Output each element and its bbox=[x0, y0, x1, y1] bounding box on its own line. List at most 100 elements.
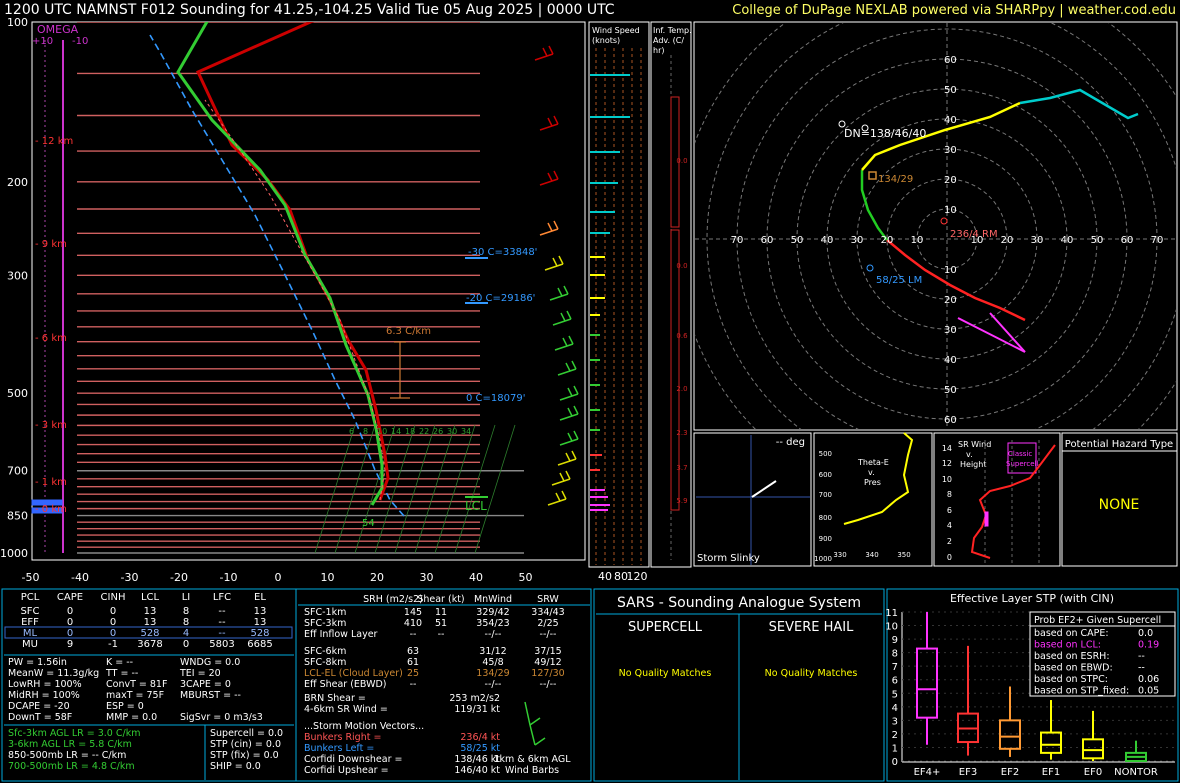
parcel-table-cell: EFF bbox=[21, 617, 39, 628]
sars-title: SARS - Sounding Analogue System bbox=[617, 595, 861, 611]
parcel-table-header: CINH bbox=[101, 592, 126, 603]
prob-box-label: based on LCL: bbox=[1034, 640, 1101, 651]
theta-e-tick-label: 350 bbox=[897, 551, 910, 559]
wind-speed-tick-label: 120 bbox=[627, 570, 648, 583]
wind-barb bbox=[555, 492, 561, 502]
kinematic-barb bbox=[534, 737, 546, 746]
wind-barb bbox=[551, 478, 571, 486]
index-value: MidRH = 100% bbox=[8, 690, 80, 701]
stp-category-label: EF3 bbox=[959, 767, 977, 778]
composite-value: STP (cin) = 0.0 bbox=[210, 739, 281, 750]
wind-speed-title: (knots) bbox=[592, 36, 620, 45]
stp-tick-label: 9 bbox=[892, 635, 898, 646]
hodo-dn-label: DN=138/46/40 bbox=[844, 127, 926, 140]
sars-supercell-label: SUPERCELL bbox=[628, 620, 703, 635]
kinematics-row-label: SFC-8km bbox=[304, 657, 346, 668]
wind-barb bbox=[559, 393, 579, 401]
temp-tick-label: 40 bbox=[469, 571, 483, 584]
index-value: DownT = 58F bbox=[8, 712, 72, 723]
sr-wind-tick-label: 4 bbox=[947, 521, 952, 530]
theta-e-tick-label: 340 bbox=[865, 551, 878, 559]
stp-tick-label: 0 bbox=[892, 757, 898, 768]
index-value: 3CAPE = 0 bbox=[180, 679, 231, 690]
mixing-ratio-label: 26 bbox=[433, 427, 443, 436]
lapse-rate-value: 850-500mb LR = -- C/km bbox=[8, 750, 126, 761]
parcel-table-cell: 0 bbox=[67, 628, 73, 639]
composite-value: Supercell = 0.0 bbox=[210, 728, 283, 739]
stp-category-label: EF4+ bbox=[914, 767, 941, 778]
mixing-ratio-label: 14 bbox=[391, 427, 401, 436]
bunkers-right-value: 236/4 kt bbox=[460, 732, 500, 743]
wind-barb bbox=[539, 123, 559, 131]
kinematics-row-label: Eff Inflow Layer bbox=[304, 629, 378, 640]
inf-temp-value: 2.0 bbox=[676, 385, 687, 393]
pressure-tick-label: 700 bbox=[7, 465, 28, 478]
temp-tick-label: -30 bbox=[121, 571, 139, 584]
sounding-canvas: OMEGA+10 -101002003005007008501000-50 -40-… bbox=[0, 16, 1179, 782]
theta-e-tick-label: 330 bbox=[833, 551, 846, 559]
inf-temp-value: 2.3 bbox=[676, 429, 687, 437]
skewt-plot bbox=[77, 22, 524, 554]
wind-barb bbox=[566, 310, 572, 320]
sfc-temp-label: 54 bbox=[362, 518, 375, 529]
kinematic-barb bbox=[524, 701, 536, 746]
wind-barb bbox=[557, 458, 577, 466]
height-label: - 0 km bbox=[35, 504, 67, 515]
height-label: - 6 km bbox=[35, 333, 67, 344]
theta-e-tick-label: 700 bbox=[819, 491, 832, 499]
wind-barb bbox=[565, 452, 571, 462]
parcel-table-cell: 528 bbox=[140, 628, 159, 639]
sr-wind-tick-label: 14 bbox=[942, 444, 952, 453]
wind-barb bbox=[562, 337, 568, 347]
omega-label: OMEGA bbox=[37, 23, 79, 36]
kinematics-header: MnWind bbox=[474, 594, 512, 605]
hodo-tick-label: 50 bbox=[944, 85, 957, 96]
kinematics-cell: 354/23 bbox=[476, 618, 509, 629]
barb-caption: Wind Barbs bbox=[505, 765, 559, 776]
parcel-table-header: LFC bbox=[213, 592, 231, 603]
lapse-rate-value: 700-500mb LR = 4.8 C/km bbox=[8, 761, 135, 772]
lapse-rate-label: 6.3 C/km bbox=[386, 326, 431, 337]
wind-barb bbox=[553, 115, 559, 125]
prob-box-value: 0.0 bbox=[1138, 628, 1153, 639]
hodo-tick-label: 30 bbox=[944, 325, 957, 336]
hodo-tick-label: 10 bbox=[944, 265, 957, 276]
temperature-line bbox=[195, 22, 390, 501]
omega-tick-label: +10 bbox=[32, 36, 53, 47]
wind-speed-title: Wind Speed bbox=[592, 26, 640, 35]
parcel-table-cell: 0 bbox=[110, 628, 116, 639]
brn-shear-label: BRN Shear = bbox=[304, 693, 366, 704]
parcel-table-cell: 13 bbox=[254, 606, 267, 617]
height-label: - 3 km bbox=[35, 420, 67, 431]
hodo-tick-label: 20 bbox=[1001, 235, 1014, 246]
temp-tick-label: -40 bbox=[71, 571, 89, 584]
inf-temp-title: hr) bbox=[653, 46, 664, 55]
parcel-table-cell: 5803 bbox=[209, 639, 234, 650]
corfidi-up-value: 146/40 kt bbox=[454, 765, 500, 776]
hodo-tick-label: 60 bbox=[944, 55, 957, 66]
theta-e-tick-label: 600 bbox=[819, 471, 832, 479]
height-label: - 9 km bbox=[35, 239, 67, 250]
kinematics-row-label: SFC-1km bbox=[304, 607, 346, 618]
wind-barb bbox=[548, 45, 554, 55]
hodo-tick-label: 20 bbox=[944, 175, 957, 186]
parcel-table-header: CAPE bbox=[57, 592, 83, 603]
sr-wind-tick-label: 8 bbox=[947, 490, 952, 499]
sars-hail-value: No Quality Matches bbox=[765, 668, 858, 679]
wind-barb bbox=[565, 470, 571, 480]
wind-barb bbox=[553, 170, 559, 180]
parcel-table-cell: -- bbox=[218, 628, 226, 639]
hodograph-frame bbox=[693, 21, 1178, 431]
index-value: PW = 1.56in bbox=[8, 657, 67, 668]
wind-barb bbox=[561, 490, 567, 500]
kinematics-cell: 2/25 bbox=[537, 618, 558, 629]
lcl-label: LCL bbox=[465, 499, 487, 513]
index-value: WNDG = 0.0 bbox=[180, 657, 240, 668]
sr-wind-title: v. bbox=[966, 450, 973, 459]
stp-tick-label: 7 bbox=[892, 662, 898, 673]
hodo-tick-label: 40 bbox=[821, 235, 834, 246]
hodo-mean-label: 134/29 bbox=[878, 174, 913, 185]
slinky-trace bbox=[751, 480, 777, 498]
parcel-table-cell: MU bbox=[22, 639, 38, 650]
index-value: DCAPE = -20 bbox=[8, 701, 70, 712]
